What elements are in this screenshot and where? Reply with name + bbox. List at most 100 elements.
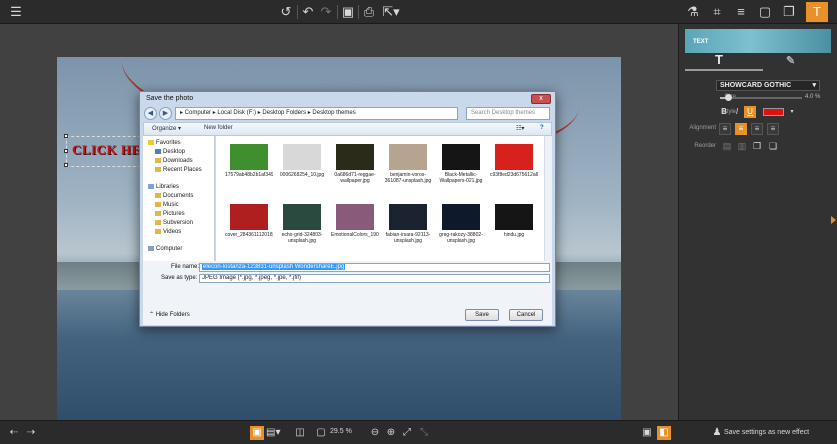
file-thumbnail[interactable]: [495, 204, 533, 230]
next-icon[interactable]: ⇢: [24, 426, 38, 440]
bold-button[interactable]: B: [718, 106, 730, 118]
new-folder-button[interactable]: New folder: [204, 125, 233, 131]
scrollbar[interactable]: [544, 136, 552, 261]
text-icon[interactable]: T: [806, 2, 828, 22]
forward-icon[interactable]: ▶: [159, 107, 172, 120]
nav-subversion[interactable]: Subversion: [155, 220, 193, 226]
file-thumbnail[interactable]: [442, 204, 480, 230]
zoom-level[interactable]: 29.5 %: [330, 428, 352, 435]
color-chevron-icon[interactable]: ▾: [786, 106, 798, 118]
file-name-field[interactable]: elecon-lostanza-123831-unsplash Wondersh…: [199, 263, 550, 272]
save-type-select[interactable]: JPEG Image (*.jpg, *.jpeg, *.jpe, *.jfif…: [199, 274, 550, 283]
file-thumbnail[interactable]: [283, 204, 321, 230]
reset-icon[interactable]: ↺: [278, 4, 294, 20]
resize-handle[interactable]: [64, 134, 68, 138]
actual-size-icon[interactable]: ⤡: [417, 426, 431, 440]
undo-icon[interactable]: ↶: [300, 4, 316, 20]
file-label[interactable]: 0a686d71-reggae-wallpaper.jpg: [331, 172, 379, 184]
close-icon[interactable]: x: [531, 94, 551, 104]
effect-save-icon[interactable]: ♟: [710, 426, 724, 440]
panel-icon[interactable]: ▣: [640, 426, 654, 440]
organize-button[interactable]: Organize ▾: [152, 125, 181, 132]
nav-documents[interactable]: Documents: [155, 193, 193, 199]
save-effect-link[interactable]: Save settings as new effect: [724, 429, 809, 436]
file-label[interactable]: Black-Metallic-Wallpapers-021.jpg: [437, 172, 485, 184]
nav-favorites[interactable]: Favorites: [148, 140, 181, 146]
file-label[interactable]: benjamin-voros-361087-unsplash.jpg: [384, 172, 432, 184]
align-center-icon[interactable]: ≡: [735, 123, 747, 135]
file-thumbnail[interactable]: [389, 144, 427, 170]
effect-banner[interactable]: TEXT: [685, 29, 831, 53]
file-thumbnail[interactable]: [283, 144, 321, 170]
resize-handle[interactable]: [64, 163, 68, 167]
font-select[interactable]: SHOWCARD GOTHIC ▾: [716, 80, 820, 91]
file-label[interactable]: echo-grid-324803-unsplash.jpg: [278, 232, 326, 244]
flask-icon[interactable]: ⚗: [685, 4, 701, 20]
underline-button[interactable]: U: [744, 106, 756, 118]
cancel-button[interactable]: Cancel: [509, 309, 543, 321]
italic-button[interactable]: I: [731, 106, 743, 118]
file-label[interactable]: c93f8ed23d675612a62c9cb57aef97d.jpg: [490, 172, 538, 178]
file-thumbnail[interactable]: [495, 144, 533, 170]
save-icon[interactable]: ▣: [340, 4, 356, 20]
hide-folders-button[interactable]: ⌃ Hide Folders: [149, 311, 190, 318]
file-thumbnail[interactable]: [336, 144, 374, 170]
fit-icon[interactable]: ▢: [314, 426, 328, 440]
file-thumbnail[interactable]: [230, 144, 268, 170]
nav-libraries[interactable]: Libraries: [148, 184, 179, 190]
hamburger-icon[interactable]: ☰: [8, 4, 24, 20]
nav-recent[interactable]: Recent Places: [155, 167, 202, 173]
align-left-icon[interactable]: ≡: [719, 123, 731, 135]
search-input[interactable]: Search Desktop themes: [466, 107, 550, 120]
crop-icon[interactable]: ⌗: [709, 4, 725, 20]
send-to-back-icon[interactable]: ❏: [767, 140, 779, 152]
file-label[interactable]: EmotionalColors_1900_RGB.jpg: [331, 232, 379, 238]
zoom-out-icon[interactable]: ⊖: [368, 426, 382, 440]
print-icon[interactable]: ⎙: [361, 4, 377, 20]
zoom-in-icon[interactable]: ⊕: [384, 426, 398, 440]
redo-icon[interactable]: ↷: [318, 4, 334, 20]
nav-downloads[interactable]: Downloads: [155, 158, 193, 164]
frame-icon[interactable]: ▢: [757, 4, 773, 20]
send-backward-icon[interactable]: ▥: [736, 140, 748, 152]
align-right-icon[interactable]: ≡: [751, 123, 763, 135]
save-button[interactable]: Save: [465, 309, 499, 321]
split-view-icon[interactable]: ◧: [657, 426, 671, 440]
file-label[interactable]: fabian-irsara-92113-unsplash.jpg: [384, 232, 432, 244]
file-label[interactable]: 17579ab48b2b1af3491ae45829720215.jpg: [225, 172, 273, 178]
file-label[interactable]: greg-rakozy-38802-unsplash.jpg: [437, 232, 485, 244]
align-justify-icon[interactable]: ≡: [767, 123, 779, 135]
panel-collapse-arrow-icon[interactable]: [831, 216, 836, 224]
file-thumbnail[interactable]: [230, 204, 268, 230]
file-thumbnail[interactable]: [389, 204, 427, 230]
text-mode-tab[interactable]: T: [715, 52, 723, 67]
view-mode-icon[interactable]: ▤▾: [266, 426, 280, 440]
nav-pictures[interactable]: Pictures: [155, 211, 185, 217]
adjust-icon[interactable]: ≡: [733, 4, 749, 20]
fit-screen-icon[interactable]: ⤢: [400, 426, 414, 440]
share-icon[interactable]: ⇱▾: [380, 4, 402, 20]
nav-desktop[interactable]: Desktop: [155, 149, 185, 155]
size-slider[interactable]: [720, 94, 802, 101]
resize-handle[interactable]: [64, 149, 68, 153]
back-icon[interactable]: ◀: [144, 107, 157, 120]
text-color-swatch[interactable]: [763, 108, 784, 116]
image-view-icon[interactable]: ▣: [250, 426, 264, 440]
address-bar[interactable]: ▸ Computer ▸ Local Disk (F:) ▸ Desktop F…: [175, 107, 458, 120]
layers-icon[interactable]: ❐: [781, 4, 797, 20]
bring-forward-icon[interactable]: ▤: [721, 140, 733, 152]
help-icon[interactable]: ?: [540, 125, 544, 131]
edit-icon[interactable]: ✎: [786, 54, 795, 67]
nav-computer[interactable]: Computer: [148, 246, 182, 252]
prev-icon[interactable]: ⇠: [7, 426, 21, 440]
nav-videos[interactable]: Videos: [155, 229, 181, 235]
file-thumbnail[interactable]: [336, 204, 374, 230]
file-label[interactable]: cover_284361112018_n.jpg: [225, 232, 273, 238]
nav-music[interactable]: Music: [155, 202, 179, 208]
view-icon[interactable]: ☷▾: [516, 125, 524, 132]
bring-to-front-icon[interactable]: ❐: [751, 140, 763, 152]
file-label[interactable]: 0006268254_10.jpg: [278, 172, 326, 178]
file-thumbnail[interactable]: [442, 144, 480, 170]
compare-icon[interactable]: ◫: [293, 426, 307, 440]
file-label[interactable]: hindu.jpg: [490, 232, 538, 238]
